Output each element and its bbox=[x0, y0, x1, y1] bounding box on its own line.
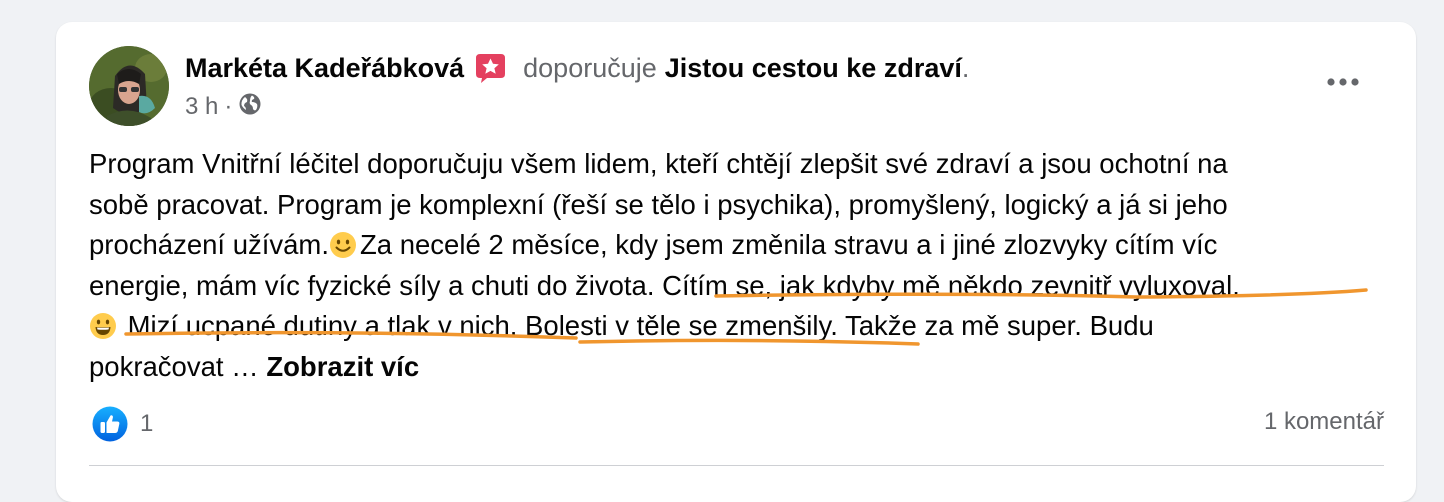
divider bbox=[89, 465, 1384, 466]
post-text-line: Mizí ucpané dutiny a tlak v nich. Bolest… bbox=[89, 306, 1389, 347]
post-header: Markéta Kadeřábková doporučuje Jistou ce… bbox=[185, 50, 969, 86]
post-text: Program Vnitřní léčitel doporučuju všem … bbox=[89, 144, 1389, 387]
reactions-summary[interactable]: 1 bbox=[92, 406, 153, 442]
star-recommend-icon bbox=[474, 52, 507, 85]
action-text: doporučuje bbox=[523, 52, 657, 83]
post-text-line: sobě pracovat. Program je komplexní (řeš… bbox=[89, 188, 1228, 220]
post-text-segment: Mizí ucpané dutiny a tlak v nich. Bolest… bbox=[120, 310, 1154, 341]
recommended-page-link[interactable]: Jistou cestou ke zdraví bbox=[665, 53, 962, 84]
post-text-line: Program Vnitřní léčitel doporučuju všem … bbox=[89, 148, 1228, 179]
slightly-smiling-face-emoji bbox=[329, 230, 357, 258]
author-name[interactable]: Markéta Kadeřábková bbox=[185, 53, 464, 84]
like-icon bbox=[92, 406, 128, 442]
post-text-line: energie, mám víc fyzické síly a chuti do… bbox=[89, 269, 1240, 301]
comments-count-link[interactable]: 1 komentář bbox=[1264, 408, 1384, 436]
post-text-segment: pokračovat … bbox=[89, 350, 267, 382]
header-period: . bbox=[961, 52, 970, 83]
see-more-link[interactable]: Zobrazit víc bbox=[266, 351, 419, 382]
post-options-button[interactable] bbox=[1318, 62, 1368, 102]
post-meta: 3 h · bbox=[185, 92, 262, 122]
author-avatar[interactable] bbox=[89, 46, 169, 126]
meta-separator: · bbox=[224, 93, 233, 120]
globe-icon bbox=[238, 92, 262, 123]
grinning-face-emoji bbox=[89, 311, 117, 339]
three-dots-icon bbox=[1327, 78, 1359, 86]
post-card: Markéta Kadeřábková doporučuje Jistou ce… bbox=[56, 22, 1416, 502]
post-text-segment: Za necelé 2 měsíce, kdy jsem změnila str… bbox=[359, 229, 1218, 260]
post-text-line: procházení užívám. Za necelé 2 měsíce, kd… bbox=[89, 225, 1389, 266]
post-time[interactable]: 3 h bbox=[185, 93, 218, 121]
post-text-line: pokračovat … Zobrazit víc bbox=[89, 347, 1389, 388]
reaction-count: 1 bbox=[140, 410, 154, 437]
post-text-segment: procházení užívám. bbox=[89, 229, 329, 260]
